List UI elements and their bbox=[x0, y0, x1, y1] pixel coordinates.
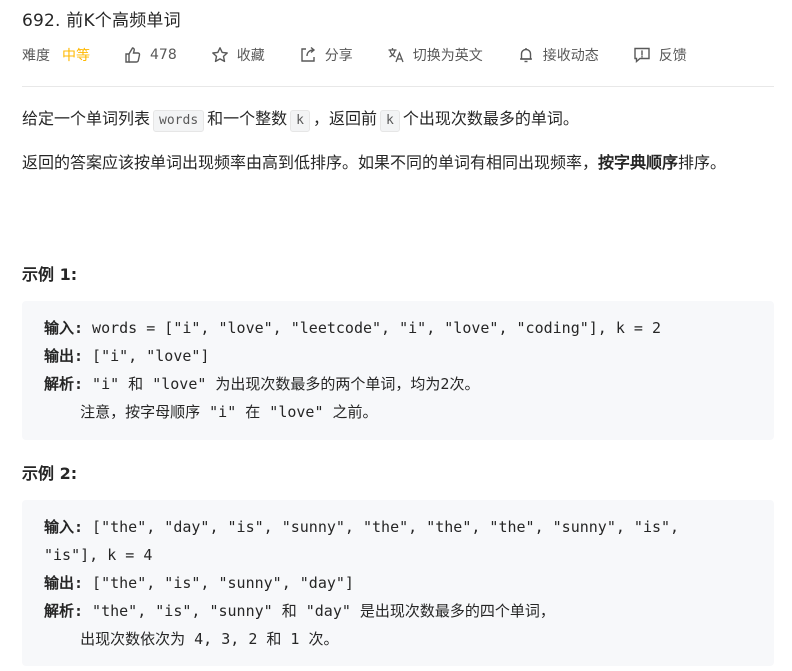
example-line: 输出: ["i", "love"] bbox=[44, 342, 752, 370]
share-icon bbox=[299, 46, 317, 64]
inline-code-k: k bbox=[290, 110, 310, 132]
output-label: 输出: bbox=[44, 347, 84, 365]
desc-text: ，返回前 bbox=[313, 109, 378, 128]
favorite-button[interactable]: 收藏 bbox=[211, 45, 265, 65]
example-line: 解析: "the", "is", "sunny" 和 "day" 是出现次数最多… bbox=[44, 597, 752, 625]
feedback-icon bbox=[633, 46, 651, 64]
bell-icon bbox=[517, 46, 535, 64]
share-button[interactable]: 分享 bbox=[299, 45, 353, 65]
like-count: 478 bbox=[150, 47, 177, 63]
input-label: 输入: bbox=[44, 319, 84, 337]
explain-text: "the", "is", "sunny" 和 "day" 是出现次数最多的四个单… bbox=[83, 602, 555, 620]
star-icon bbox=[211, 46, 229, 64]
example-line: 输入: words = ["i", "love", "leetcode", "i… bbox=[44, 314, 752, 342]
notify-label: 接收动态 bbox=[542, 48, 599, 64]
share-label: 分享 bbox=[324, 48, 353, 64]
desc-text: 返回的答案应该按单词出现频率由高到低排序。如果不同的单词有相同出现频率， bbox=[22, 153, 599, 172]
thumbs-up-icon bbox=[124, 46, 142, 64]
example-1-code-block: 输入: words = ["i", "love", "leetcode", "i… bbox=[22, 301, 774, 440]
example-line: 出现次数依次为 4, 3, 2 和 1 次。 bbox=[44, 630, 339, 648]
explain-text: "i" 和 "love" 为出现次数最多的两个单词，均为2次。 bbox=[83, 375, 480, 393]
like-button[interactable]: 478 bbox=[124, 46, 177, 64]
description-paragraph-2: 返回的答案应该按单词出现频率由高到低排序。如果不同的单词有相同出现频率，按字典顺… bbox=[22, 150, 774, 175]
inline-code-k: k bbox=[380, 110, 400, 132]
notify-button[interactable]: 接收动态 bbox=[517, 45, 599, 65]
description-paragraph-1: 给定一个单词列表 words 和一个整数 k ，返回前 k 个出现次数最多的单词。 bbox=[22, 106, 774, 132]
translate-icon bbox=[387, 46, 405, 64]
problem-title: 692. 前K个高频单词 bbox=[22, 11, 181, 31]
difficulty-badge: 中等 bbox=[62, 48, 90, 64]
desc-bold-text: 按字典顺序 bbox=[598, 153, 679, 172]
problem-meta-bar: 难度 中等 478 收藏 分享 切换为英文 接收动态 反馈 bbox=[22, 43, 687, 67]
difficulty-label: 难度 bbox=[22, 48, 50, 64]
example-line: 注意，按字母顺序 "i" 在 "love" 之前。 bbox=[44, 403, 378, 421]
input-value: ["the", "day", "is", "sunny", "the", "th… bbox=[83, 518, 680, 536]
example-line: 输入: ["the", "day", "is", "sunny", "the",… bbox=[44, 513, 752, 541]
desc-text: 给定一个单词列表 bbox=[22, 109, 151, 128]
example-line: 输出: ["the", "is", "sunny", "day"] bbox=[44, 569, 752, 597]
input-value: words = ["i", "love", "leetcode", "i", "… bbox=[83, 319, 661, 337]
desc-text: 和一个整数 bbox=[207, 109, 288, 128]
inline-code-words: words bbox=[153, 110, 205, 132]
switch-language-label: 切换为英文 bbox=[412, 48, 483, 64]
feedback-label: 反馈 bbox=[658, 48, 687, 64]
header-divider bbox=[22, 86, 774, 87]
switch-language-button[interactable]: 切换为英文 bbox=[387, 45, 483, 65]
output-value: ["i", "love"] bbox=[83, 347, 210, 365]
explain-label: 解析: bbox=[44, 375, 84, 393]
favorite-label: 收藏 bbox=[236, 48, 265, 64]
example-line: 解析: "i" 和 "love" 为出现次数最多的两个单词，均为2次。 bbox=[44, 370, 752, 398]
example-line: "is"], k = 4 bbox=[44, 546, 153, 564]
example-2-title: 示例 2: bbox=[22, 464, 78, 483]
desc-text: 排序。 bbox=[678, 153, 727, 172]
input-label: 输入: bbox=[44, 518, 84, 536]
output-value: ["the", "is", "sunny", "day"] bbox=[83, 574, 354, 592]
example-2-code-block: 输入: ["the", "day", "is", "sunny", "the",… bbox=[22, 500, 774, 666]
problem-page: 692. 前K个高频单词 难度 中等 478 收藏 分享 切换为英文 接收动态 … bbox=[0, 0, 792, 671]
example-1-title: 示例 1: bbox=[22, 265, 78, 284]
feedback-button[interactable]: 反馈 bbox=[633, 45, 687, 65]
desc-text: 个出现次数最多的单词。 bbox=[402, 109, 579, 128]
output-label: 输出: bbox=[44, 574, 84, 592]
explain-label: 解析: bbox=[44, 602, 84, 620]
